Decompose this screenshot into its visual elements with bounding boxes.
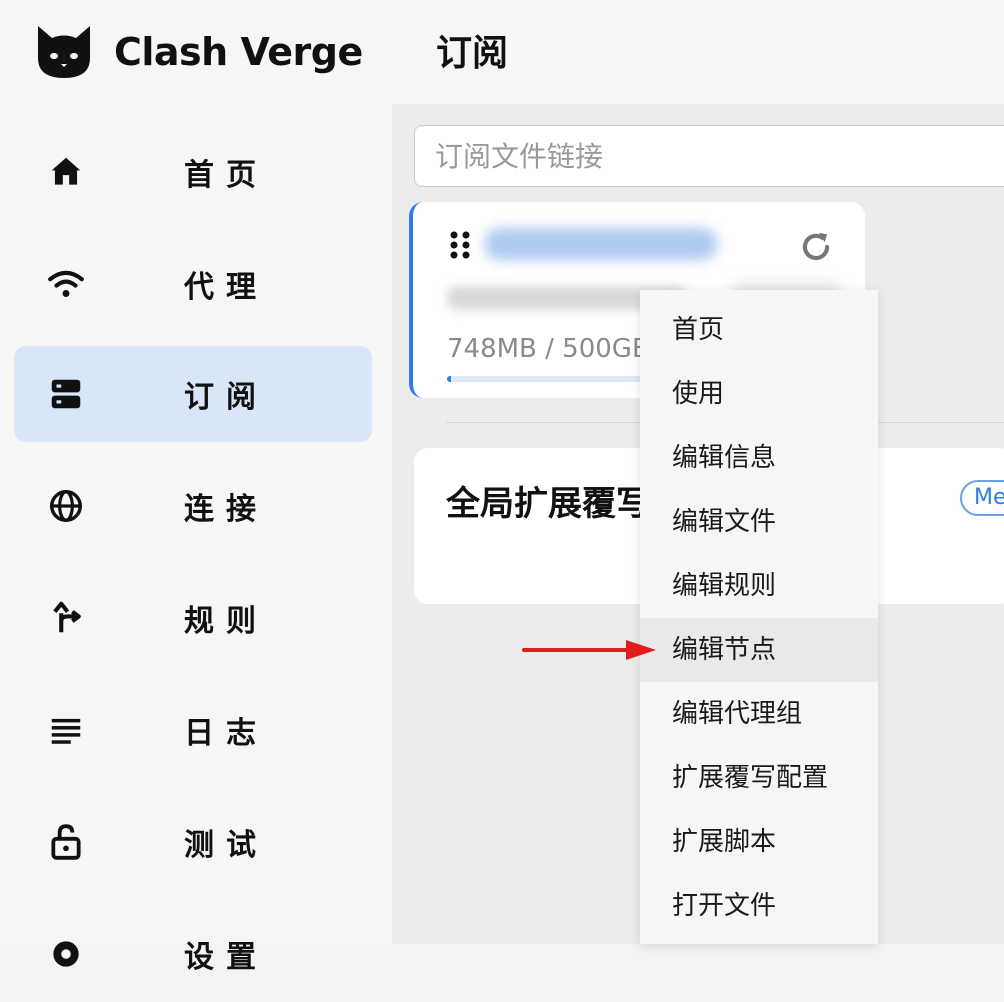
lock-icon (46, 822, 86, 862)
refresh-icon[interactable] (797, 228, 835, 266)
cat-icon (38, 26, 90, 78)
merge-chip: Merge (960, 480, 1004, 516)
menu-item-edit-proxy-groups[interactable]: 编辑代理组 (640, 682, 878, 746)
sidebar-item-label: 代理 (184, 270, 268, 305)
context-menu: 首页 使用 编辑信息 编辑文件 编辑规则 编辑节点 编辑代理组 扩展覆写配置 扩… (640, 290, 878, 944)
menu-item-edit-info[interactable]: 编辑信息 (640, 426, 878, 490)
annotation-arrow-icon (522, 640, 656, 660)
page-header: 订阅 (392, 0, 1004, 104)
sidebar-item-label: 订阅 (184, 380, 268, 415)
profile-name-blurred (485, 228, 717, 260)
sidebar-item-label: 日志 (184, 716, 268, 751)
app-name: Clash Verge (114, 30, 363, 74)
sidebar-item-proxy[interactable]: 代理 (14, 236, 372, 332)
sidebar-item-logs[interactable]: 日志 (14, 682, 372, 778)
sidebar-item-label: 规则 (184, 604, 268, 639)
server-icon (46, 374, 86, 414)
brand: Clash Verge (32, 20, 363, 84)
menu-item-home[interactable]: 首页 (640, 298, 878, 362)
menu-item-extend-override[interactable]: 扩展覆写配置 (640, 746, 878, 810)
sidebar-item-settings[interactable]: 设置 (14, 906, 372, 1002)
menu-item-edit-nodes[interactable]: 编辑节点 (640, 618, 878, 682)
subscription-url-input[interactable] (414, 125, 1004, 187)
gear-icon (46, 934, 86, 974)
lines-icon (46, 710, 86, 750)
usage-text: 748MB / 500GB (447, 334, 650, 364)
menu-item-extend-script[interactable]: 扩展脚本 (640, 810, 878, 874)
menu-item-edit-rules[interactable]: 编辑规则 (640, 554, 878, 618)
menu-item-edit-file[interactable]: 编辑文件 (640, 490, 878, 554)
sidebar: Clash Verge 首页 代理 订阅 连接 规则 日志 测试 设置 (0, 0, 392, 975)
sidebar-item-label: 测试 (184, 828, 268, 863)
fork-arrow-icon (46, 598, 86, 638)
home-icon (46, 152, 86, 192)
sidebar-item-label: 连接 (184, 492, 268, 527)
wifi-icon (46, 264, 86, 304)
menu-item-open-file[interactable]: 打开文件 (640, 874, 878, 938)
page-title: 订阅 (436, 33, 509, 74)
usage-progress-fill (447, 376, 451, 382)
menu-item-use[interactable]: 使用 (640, 362, 878, 426)
sidebar-item-connections[interactable]: 连接 (14, 458, 372, 554)
sidebar-item-home[interactable]: 首页 (14, 124, 372, 220)
drag-handle-icon[interactable] (449, 230, 473, 260)
sidebar-item-rules[interactable]: 规则 (14, 570, 372, 666)
sidebar-item-test[interactable]: 测试 (14, 794, 372, 890)
sidebar-item-subscriptions[interactable]: 订阅 (14, 346, 372, 442)
sidebar-item-label: 设置 (184, 940, 268, 975)
globe-icon (46, 486, 86, 526)
sidebar-item-label: 首页 (184, 158, 268, 193)
